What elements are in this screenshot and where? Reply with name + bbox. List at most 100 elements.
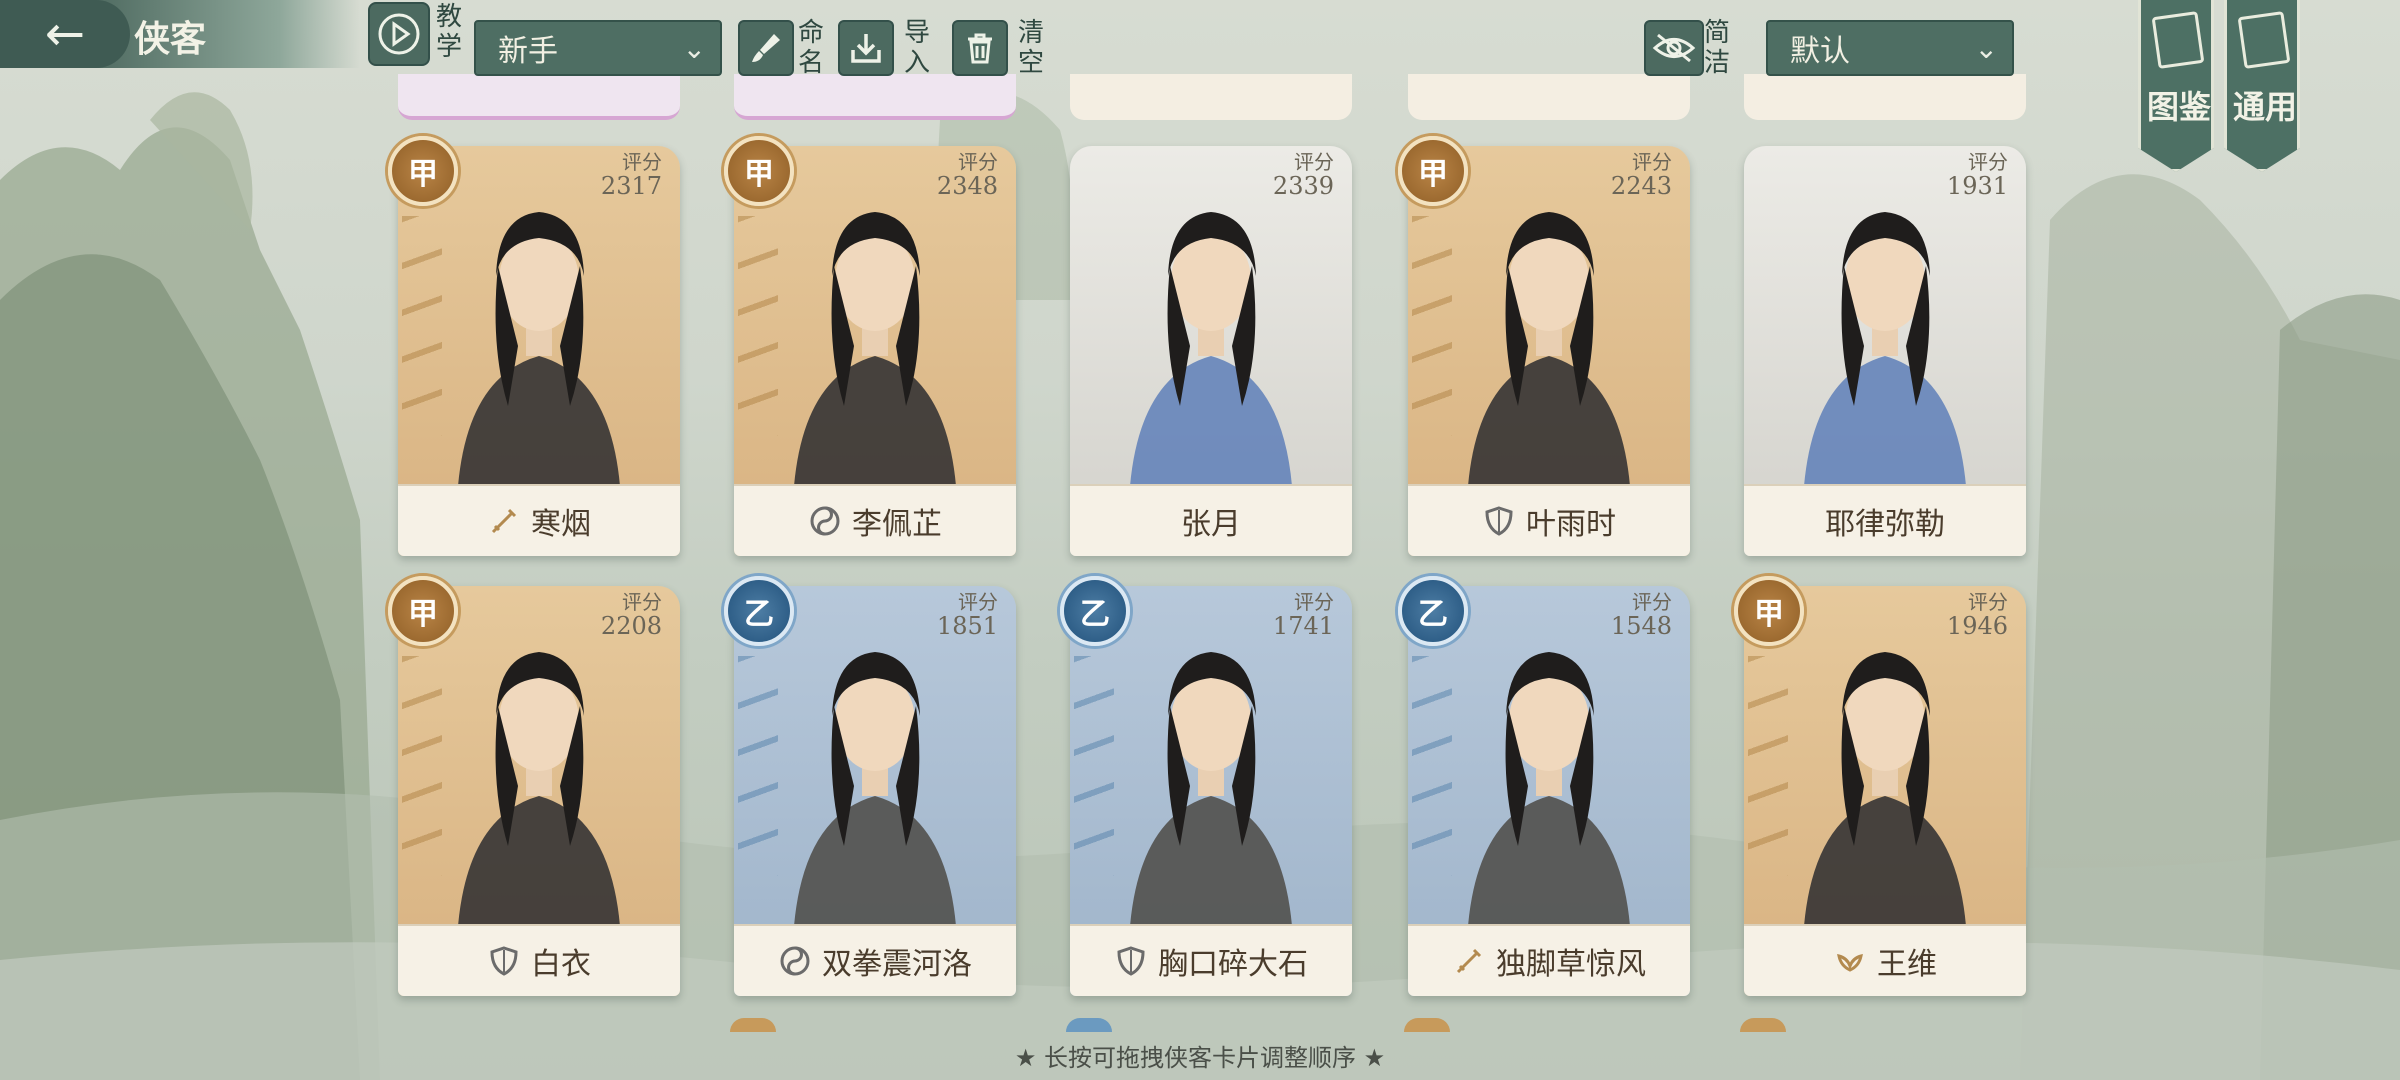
import-label[interactable]: 导入 [902, 18, 932, 78]
sword-icon [1456, 948, 1482, 974]
hero-name: 白衣 [531, 947, 591, 982]
hero-name: 李佩芷 [852, 507, 942, 542]
back-arrow-icon: ← [44, 6, 86, 62]
hero-name: 王维 [1877, 947, 1937, 982]
rename-button[interactable] [738, 20, 794, 76]
play-icon [378, 13, 420, 55]
general-ribbon-button[interactable]: 通用 [2224, 0, 2300, 172]
hero-card[interactable]: 评分 1741 胸口碎大石 [1070, 586, 1352, 996]
simple-view-button[interactable] [1644, 20, 1704, 76]
card-partial[interactable] [1744, 74, 2026, 120]
clear-label[interactable]: 清空 [1016, 18, 1046, 78]
decor-stripe [402, 656, 442, 876]
score-label: 评分 [1968, 150, 2008, 174]
hero-name: 胸口碎大石 [1158, 947, 1308, 982]
decor-stripe [1748, 656, 1788, 876]
score-value: 1851 [936, 612, 998, 640]
score-value: 2317 [600, 172, 662, 200]
hero-card[interactable]: 评分 2208 白衣 [398, 586, 680, 996]
decor-stripe [1412, 656, 1452, 876]
score-value: 2243 [1610, 172, 1672, 200]
score-label: 评分 [1632, 590, 1672, 614]
back-button[interactable]: ← [0, 0, 130, 68]
score-display: 评分 1741 [1273, 590, 1334, 638]
catalog-ribbon-button[interactable]: 图鉴 [2138, 0, 2214, 172]
score-label: 评分 [1294, 590, 1334, 614]
clear-button[interactable] [952, 20, 1008, 76]
grade-badge-partial [730, 1018, 776, 1032]
catalog-label: 图鉴 [2146, 88, 2211, 126]
hero-card[interactable]: 评分 1851 双拳震河洛 [734, 586, 1016, 996]
hero-card[interactable]: 评分 1931 耶律弥勒 [1744, 146, 2026, 556]
card-partial[interactable] [734, 74, 1016, 120]
decor-stripe [1074, 656, 1114, 876]
grade-badge-partial [1404, 1018, 1450, 1032]
grade-badge: 甲 [388, 576, 458, 646]
book-icon [2151, 11, 2205, 69]
hero-card[interactable]: 评分 1946 王维 [1744, 586, 2026, 996]
hero-name-bar: 叶雨时 [1408, 484, 1690, 556]
hero-name-bar: 张月 [1070, 484, 1352, 556]
card-partial[interactable] [1070, 74, 1352, 120]
hero-card[interactable]: 评分 2243 叶雨时 [1408, 146, 1690, 556]
lotus-icon [1837, 953, 1863, 972]
hero-name-bar: 李佩芷 [734, 484, 1016, 556]
score-label: 评分 [1968, 590, 2008, 614]
hero-card[interactable]: 评分 2339 张月 [1070, 146, 1352, 556]
hero-card[interactable]: 评分 2348 李佩芷 [734, 146, 1016, 556]
hero-name: 双拳震河洛 [822, 947, 972, 982]
simple-view-label[interactable]: 简洁 [1702, 18, 1732, 78]
score-display: 评分 2243 [1611, 150, 1672, 198]
drag-hint-text: ★ 长按可拖拽侠客卡片调整顺序 ★ [1014, 1044, 1386, 1072]
grade-badge: 甲 [1734, 576, 1804, 646]
chevron-down-icon: ⌄ [682, 32, 706, 65]
grade-badge: 乙 [1398, 576, 1468, 646]
rename-label[interactable]: 命名 [796, 18, 826, 78]
hero-name-bar: 独脚草惊风 [1408, 924, 1690, 996]
filter-dropdown-value: 新手 [498, 34, 558, 69]
import-button[interactable] [838, 20, 894, 76]
grade-badge: 乙 [1060, 576, 1130, 646]
tutorial-button[interactable] [368, 2, 430, 66]
hero-name: 寒烟 [531, 507, 591, 542]
hero-name: 独脚草惊风 [1496, 947, 1646, 982]
taiji-icon [780, 946, 810, 976]
grade-badge: 甲 [724, 136, 794, 206]
score-display: 评分 2208 [601, 590, 662, 638]
top-bar: ← 侠客 教学 新手 ⌄ 命名 导入 清空 简洁 默认 ⌄ 图鉴 通用 [0, 0, 2400, 172]
trash-icon [968, 33, 992, 64]
brush-icon [752, 34, 780, 62]
hero-card[interactable]: 评分 2317 寒烟 [398, 146, 680, 556]
shield-icon [1117, 946, 1145, 976]
chevron-down-icon: ⌄ [1974, 32, 1998, 65]
shield-icon [490, 946, 518, 976]
hero-name-bar: 双拳震河洛 [734, 924, 1016, 996]
score-display: 评分 2348 [937, 150, 998, 198]
hero-name-bar: 胸口碎大石 [1070, 924, 1352, 996]
score-value: 2348 [936, 172, 998, 200]
hero-card[interactable]: 评分 1548 独脚草惊风 [1408, 586, 1690, 996]
score-label: 评分 [958, 590, 998, 614]
card-partial[interactable] [398, 74, 680, 120]
score-label: 评分 [622, 150, 662, 174]
grade-badge: 乙 [724, 576, 794, 646]
tutorial-label[interactable]: 教学 [434, 2, 464, 62]
score-value: 2208 [600, 612, 662, 640]
card-partial[interactable] [1408, 74, 1690, 120]
score-value: 1741 [1272, 612, 1334, 640]
grade-badge-partial [1066, 1018, 1112, 1032]
taiji-icon [810, 506, 840, 536]
score-value: 1946 [1946, 612, 2008, 640]
score-value: 2339 [1272, 172, 1334, 200]
hero-name-bar: 寒烟 [398, 484, 680, 556]
sword-icon [491, 508, 517, 534]
score-value: 1548 [1610, 612, 1672, 640]
grade-badge: 甲 [1398, 136, 1468, 206]
hero-name: 叶雨时 [1526, 507, 1616, 542]
sort-dropdown[interactable]: 默认 ⌄ [1766, 20, 2014, 76]
filter-dropdown[interactable]: 新手 ⌄ [474, 20, 722, 76]
score-value: 1931 [1946, 172, 2008, 200]
hero-name-bar: 王维 [1744, 924, 2026, 996]
score-label: 评分 [622, 590, 662, 614]
title-plate [90, 0, 360, 68]
